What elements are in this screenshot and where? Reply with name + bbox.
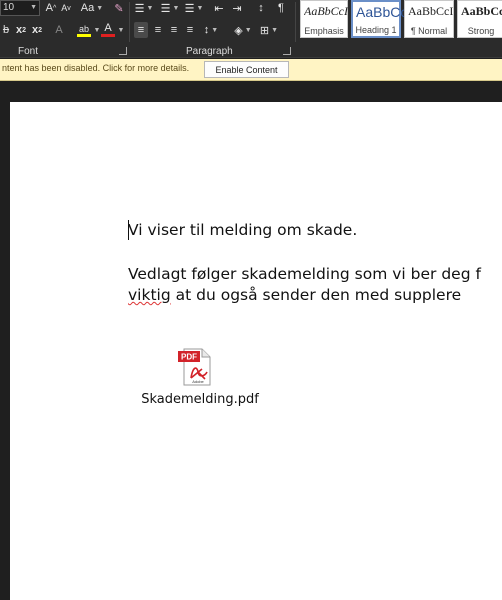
align-left-button[interactable]: ≡ xyxy=(134,22,148,38)
font-dialog-launcher-icon[interactable] xyxy=(119,47,127,55)
font-size-dropdown[interactable]: 10 ▼ xyxy=(0,0,40,16)
enable-content-button[interactable]: Enable Content xyxy=(204,61,289,78)
shading-button[interactable]: ◈ ▼ xyxy=(233,22,253,38)
show-paragraph-marks-button[interactable]: ¶ xyxy=(274,0,288,16)
style-sample: AaBbCcI xyxy=(304,4,348,18)
strikethrough-button[interactable]: b xyxy=(0,22,12,38)
group-separator xyxy=(295,2,296,42)
pdf-vendor-text: Adobe xyxy=(192,379,204,384)
group-separator xyxy=(129,2,130,42)
paragraph-dialog-launcher-icon[interactable] xyxy=(283,47,291,55)
style-sample: AaBbCcI xyxy=(461,4,502,18)
paragraph-group-label: Paragraph xyxy=(186,46,233,57)
numbering-button[interactable]: ☰ ▼ xyxy=(160,0,180,16)
attachment-filename: Skademelding.pdf xyxy=(141,392,259,407)
style-heading-1[interactable]: AaBbCc Heading 1 xyxy=(351,0,407,38)
font-color-button[interactable]: A xyxy=(100,22,116,38)
font-group-label: Font xyxy=(18,46,39,57)
grow-font-button[interactable]: A ^ xyxy=(44,0,58,16)
pdf-file-icon: PDF Adobe xyxy=(178,348,211,386)
bullets-button[interactable]: ☰ ▼ xyxy=(134,0,154,16)
style-name: Heading 1 xyxy=(355,25,397,35)
chevron-down-icon: ▼ xyxy=(96,4,104,12)
sort-button[interactable]: ↕ xyxy=(254,0,268,16)
style-emphasis[interactable]: AaBbCcI Emphasis xyxy=(300,0,348,38)
superscript-button[interactable]: x2 xyxy=(30,22,44,38)
style-strong[interactable]: AaBbCcI Strong xyxy=(457,0,502,38)
clear-formatting-icon[interactable]: ✎ xyxy=(112,0,126,16)
paragraph-line-3: viktig at du også sender den med suppler… xyxy=(128,286,461,304)
text-effects-button[interactable]: A xyxy=(52,22,66,38)
style-normal[interactable]: AaBbCcI ¶ Normal xyxy=(404,0,454,38)
security-message-bar: ntent has been disabled. Click for more … xyxy=(0,59,502,81)
style-sample: AaBbCc xyxy=(356,4,408,20)
shrink-font-button[interactable]: Av xyxy=(59,0,73,16)
align-center-button[interactable]: ≡ xyxy=(151,22,165,38)
pdf-badge-text: PDF xyxy=(181,353,197,362)
ribbon: 10 ▼ A ^ Av Aa ▼ ✎ b x2 x2 A ab ▼ A ▼ Font … xyxy=(0,0,502,58)
highlight-color-button[interactable]: ab xyxy=(74,22,94,38)
message-bar-text[interactable]: ntent has been disabled. Click for more … xyxy=(2,63,189,73)
borders-button[interactable]: ⊞ ▼ xyxy=(259,22,279,38)
spelling-error-word: viktig xyxy=(128,286,171,304)
increase-indent-button[interactable]: ⇥ xyxy=(230,0,244,16)
document-page[interactable]: Vi viser til melding om skade. Vedlagt f… xyxy=(10,102,502,600)
style-name: Emphasis xyxy=(304,26,344,36)
chevron-down-icon: ▼ xyxy=(30,4,37,11)
paragraph-line-2: Vedlagt følger skademelding som vi ber d… xyxy=(128,265,481,283)
multilevel-list-button[interactable]: ☰ ▼ xyxy=(184,0,204,16)
chevron-down-icon[interactable]: ▼ xyxy=(118,22,125,38)
style-name: ¶ Normal xyxy=(410,26,448,36)
subscript-button[interactable]: x2 xyxy=(14,22,28,38)
justify-button[interactable]: ≡ xyxy=(183,22,197,38)
document-area: Vi viser til melding om skade. Vedlagt f… xyxy=(0,82,502,600)
paragraph-line-3-rest: at du også sender den med supplere xyxy=(170,286,462,304)
decrease-indent-button[interactable]: ⇤ xyxy=(212,0,226,16)
pdf-attachment[interactable]: PDF Adobe Skademelding.pdf xyxy=(140,348,260,412)
line-spacing-button[interactable]: ↕ ▼ xyxy=(201,22,221,38)
paragraph-line-1: Vi viser til melding om skade. xyxy=(128,221,358,239)
style-sample: AaBbCcI xyxy=(408,4,454,18)
align-right-button[interactable]: ≡ xyxy=(167,22,181,38)
style-name: Strong xyxy=(467,26,495,36)
change-case-button[interactable]: Aa ▼ xyxy=(79,0,105,16)
